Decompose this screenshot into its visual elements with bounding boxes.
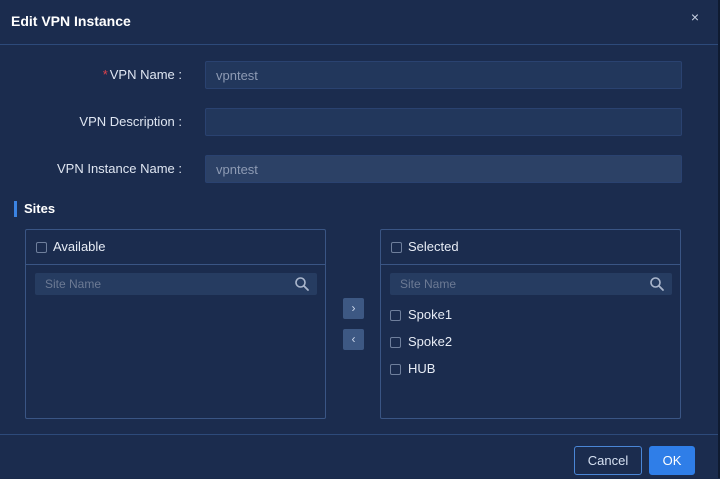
vpn-name-input[interactable]: vpntest xyxy=(205,61,682,89)
selected-select-all-checkbox[interactable] xyxy=(391,242,402,253)
vpn-instance-name-input: vpntest xyxy=(205,155,682,183)
dialog-title: Edit VPN Instance xyxy=(11,13,131,29)
ok-button[interactable]: OK xyxy=(649,446,695,475)
vpn-name-label-text: VPN Name : xyxy=(109,67,182,82)
available-search-input[interactable]: Site Name xyxy=(35,273,317,295)
vpn-name-row: * VPN Name : vpntest xyxy=(0,61,718,89)
vpn-description-row: VPN Description : xyxy=(0,108,718,136)
selected-search-input[interactable]: Site Name xyxy=(390,273,672,295)
cancel-button[interactable]: Cancel xyxy=(574,446,642,475)
site-checkbox[interactable] xyxy=(390,310,401,321)
vpn-name-label: * VPN Name : xyxy=(103,67,182,82)
selected-panel: Selected Site Name Spoke1 Spoke2 HUB xyxy=(380,229,681,419)
dialog-header: Edit VPN Instance × xyxy=(0,0,718,45)
available-panel: Available Site Name xyxy=(25,229,326,419)
site-label: Spoke1 xyxy=(408,307,453,322)
move-right-button[interactable]: › xyxy=(343,298,364,319)
move-left-button[interactable]: ‹ xyxy=(343,329,364,350)
edit-vpn-dialog: Edit VPN Instance × * VPN Name : vpntest … xyxy=(0,0,720,478)
site-label: HUB xyxy=(408,361,436,376)
site-label: Spoke2 xyxy=(408,334,453,349)
available-search-placeholder: Site Name xyxy=(45,277,102,291)
vpn-description-input[interactable] xyxy=(205,108,682,136)
available-select-all-checkbox[interactable] xyxy=(36,242,47,253)
dialog-footer: Cancel OK xyxy=(0,434,718,479)
search-icon[interactable] xyxy=(649,276,665,292)
site-checkbox[interactable] xyxy=(390,364,401,375)
sites-section-title: Sites xyxy=(14,201,55,217)
available-panel-header: Available xyxy=(26,230,325,265)
required-mark: * xyxy=(102,67,108,82)
vpn-description-label: VPN Description : xyxy=(79,114,182,129)
vpn-instance-name-row: VPN Instance Name : vpntest xyxy=(0,155,718,183)
selected-header-label: Selected xyxy=(408,239,459,254)
selected-panel-header: Selected xyxy=(381,230,680,265)
available-header-label: Available xyxy=(53,239,106,254)
site-checkbox[interactable] xyxy=(390,337,401,348)
close-icon[interactable]: × xyxy=(688,10,702,24)
selected-search-placeholder: Site Name xyxy=(400,277,457,291)
search-icon[interactable] xyxy=(294,276,310,292)
vpn-instance-name-label: VPN Instance Name : xyxy=(57,161,182,176)
